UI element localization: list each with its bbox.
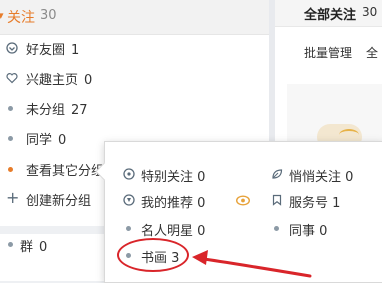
annotation-arrow-icon <box>192 250 312 278</box>
